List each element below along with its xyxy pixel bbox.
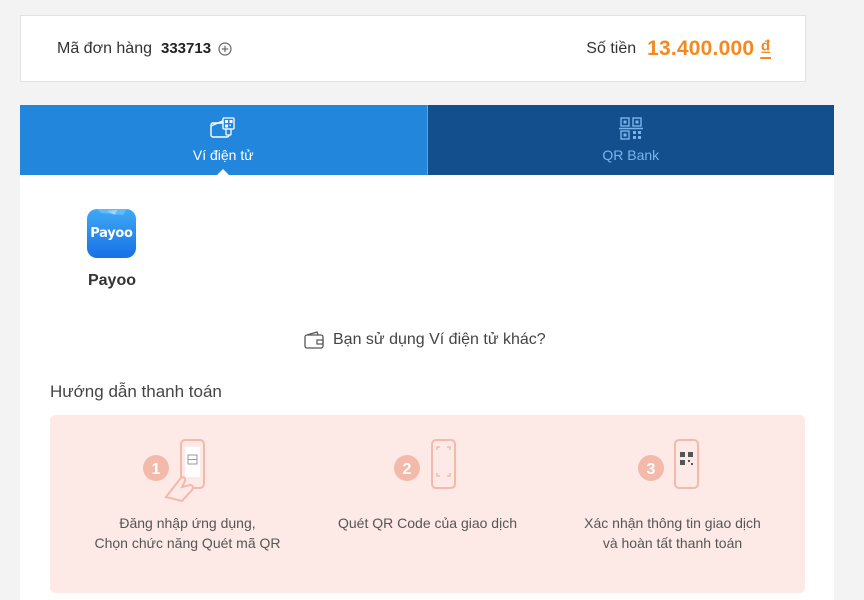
order-info: Mã đơn hàng 333713 <box>57 40 232 58</box>
login-phone-icon: 1 <box>142 439 205 503</box>
amount-value: 13.400.000 <box>647 36 755 60</box>
step-1-line-1: Đăng nhập ứng dụng, <box>119 515 256 531</box>
tab-e-wallet[interactable]: Ví điện tử <box>20 105 428 176</box>
order-id: 333713 <box>161 40 212 57</box>
currency-symbol: ₫ <box>760 36 771 60</box>
payment-guide-title: Hướng dẫn thanh toán <box>50 382 222 401</box>
step-2-line-1: Quét QR Code của giao dịch <box>338 515 517 531</box>
step-3-line-1: Xác nhận thông tin giao dịch <box>584 515 761 531</box>
payoo-logo-text: Payoo <box>90 226 133 241</box>
order-label: Mã đơn hàng <box>57 39 152 57</box>
tab-qr-bank[interactable]: QR Bank <box>427 105 834 175</box>
other-wallet-link[interactable]: Bạn sử dụng Ví điện tử khác? <box>304 331 546 349</box>
order-summary-bar: Mã đơn hàng 333713 Số tiền 13.400.000 ₫ <box>20 15 806 82</box>
step-1-number: 1 <box>151 461 160 478</box>
step-3-line-2: và hoàn tất thanh toán <box>602 535 743 551</box>
wallet-option-payoo[interactable]: Payoo Payoo <box>87 209 137 290</box>
confirm-phone-icon: 3 <box>637 439 699 489</box>
payment-card: Ví điện tử QR Bank Payoo Payoo Bạn sử dụ… <box>20 105 834 600</box>
guide-step-2: 2 Quét QR Code của giao dịch <box>320 435 535 533</box>
guide-step-3: 3 Xác nhận thông tin giao dịch và hoàn t… <box>565 435 780 553</box>
tab-qr-bank-label: QR Bank <box>602 147 660 163</box>
tab-e-wallet-label: Ví điện tử <box>192 147 254 163</box>
active-tab-caret <box>216 169 231 176</box>
amount-label: Số tiền <box>586 39 637 57</box>
payment-tabs: Ví điện tử QR Bank <box>20 105 834 176</box>
payoo-logo: Payoo <box>87 209 136 258</box>
payment-guide-box: 1 Đăng nhập ứng dụng, Chọn chức năng Qué… <box>50 415 805 593</box>
wallet-name: Payoo <box>87 272 136 289</box>
step-2-number: 2 <box>402 461 411 478</box>
amount-info: Số tiền 13.400.000 ₫ <box>586 37 771 61</box>
qr-icon <box>618 117 643 140</box>
expand-plus-icon[interactable] <box>218 41 232 56</box>
scan-phone-icon: 2 <box>393 439 456 489</box>
step-1-line-2: Chọn chức năng Quét mã QR <box>94 535 281 551</box>
guide-step-1: 1 Đăng nhập ứng dụng, Chọn chức năng Qué… <box>80 435 295 553</box>
step-3-number: 3 <box>646 461 655 478</box>
other-wallet-text: Bạn sử dụng Ví điện tử khác? <box>333 331 546 348</box>
wallet-icon <box>304 331 324 349</box>
wallet-qr-icon <box>210 117 235 138</box>
